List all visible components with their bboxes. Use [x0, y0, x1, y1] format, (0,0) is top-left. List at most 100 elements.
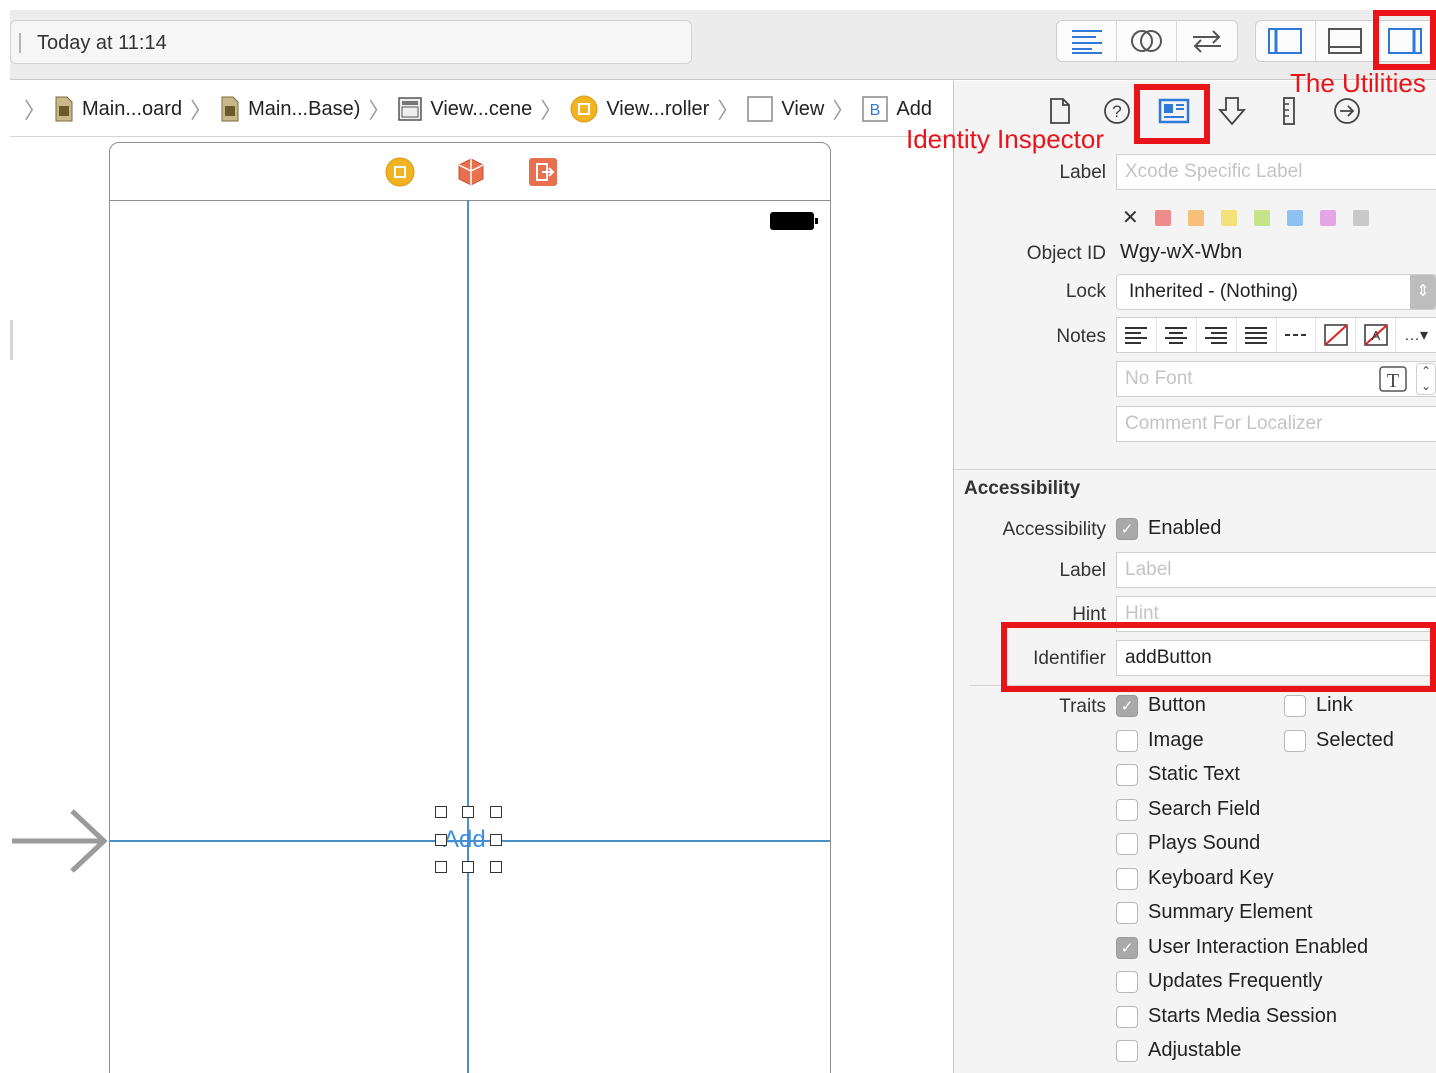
chevron-right-icon: 〉: [368, 98, 391, 123]
resize-handle[interactable]: [462, 861, 474, 873]
chevron-right-icon: 〉: [832, 98, 855, 123]
identity-inspector-highlight-box: [1134, 84, 1210, 144]
notes-caption: Notes: [1056, 326, 1106, 347]
breadcrumb-add-button[interactable]: B Add: [862, 96, 932, 122]
trait-checkbox-adjustable[interactable]: Adjustable: [1116, 1039, 1241, 1062]
checkbox-label: Keyboard Key: [1148, 867, 1274, 889]
color-swatch-red[interactable]: [1154, 209, 1171, 226]
checkbox-label: Static Text: [1148, 763, 1240, 785]
resize-handle[interactable]: [462, 806, 474, 818]
clear-color-icon[interactable]: ✕: [1122, 205, 1139, 230]
toolbar: Today at 11:14: [10, 10, 1436, 80]
chevron-right-icon: 〉: [190, 98, 213, 123]
first-responder-icon[interactable]: [456, 157, 486, 187]
align-justify-icon[interactable]: [1237, 318, 1277, 352]
exit-icon[interactable]: [528, 157, 558, 187]
trait-checkbox-link[interactable]: Link: [1284, 694, 1353, 717]
assistant-editor-button[interactable]: [1117, 21, 1177, 61]
vertical-center-guide: [467, 200, 469, 1073]
notes-format-toolbar: A …▾: [1116, 317, 1436, 353]
checkbox-unchecked-icon: [1116, 729, 1138, 752]
debug-area-toggle-icon: [1328, 28, 1362, 54]
resize-handle[interactable]: [490, 806, 502, 818]
breadcrumb-label: Main...Base): [248, 97, 361, 120]
activity-indicator: [19, 33, 21, 53]
xcode-label-caption: Label: [1059, 162, 1107, 183]
resize-handle[interactable]: [435, 806, 447, 818]
object-id-value: Wgy-wX-Wbn: [1120, 241, 1243, 263]
trait-checkbox-summary-element[interactable]: Summary Element: [1116, 901, 1313, 924]
tab-attributes-inspector[interactable]: [1212, 91, 1252, 131]
resize-handle[interactable]: [435, 861, 447, 873]
accessibility-label-field[interactable]: Label: [1116, 552, 1436, 588]
trait-checkbox-static-text[interactable]: Static Text: [1116, 763, 1240, 786]
svg-text:A: A: [1371, 328, 1380, 343]
breadcrumb-view[interactable]: View: [747, 96, 824, 122]
resize-handle[interactable]: [490, 834, 502, 846]
trait-checkbox-updates-frequently[interactable]: Updates Frequently: [1116, 970, 1323, 993]
trait-checkbox-button[interactable]: ✓ Button: [1116, 694, 1206, 717]
debug-area-toggle-button[interactable]: [1316, 21, 1376, 61]
attributes-inspector-icon: [1218, 97, 1246, 126]
size-inspector-icon: [1283, 97, 1295, 125]
color-swatch-yellow[interactable]: [1220, 209, 1237, 226]
align-left-icon[interactable]: [1117, 318, 1157, 352]
checkbox-checked-icon: ✓: [1116, 694, 1138, 717]
color-swatch-purple[interactable]: [1319, 209, 1336, 226]
utilities-annotation: The Utilities: [1290, 68, 1426, 98]
trait-checkbox-keyboard-key[interactable]: Keyboard Key: [1116, 867, 1274, 890]
color-swatch-green[interactable]: [1253, 209, 1270, 226]
trait-checkbox-starts-media-session[interactable]: Starts Media Session: [1116, 1005, 1337, 1028]
file-inspector-icon: [1050, 98, 1070, 124]
view-controller-icon[interactable]: [385, 157, 415, 187]
checkbox-label: Link: [1316, 694, 1353, 716]
trait-checkbox-selected[interactable]: Selected: [1284, 729, 1394, 752]
breadcrumb-label: View...roller: [606, 97, 710, 120]
resize-handle[interactable]: [490, 861, 502, 873]
view-icon: [747, 96, 774, 122]
standard-editor-button[interactable]: [1057, 21, 1117, 61]
separator-icon[interactable]: [1277, 318, 1317, 352]
svg-text:B: B: [870, 102, 881, 119]
xcode-label-field[interactable]: Xcode Specific Label: [1116, 154, 1436, 190]
checkbox-unchecked-icon: [1284, 729, 1306, 752]
trait-checkbox-user-interaction-enabled[interactable]: ✓ User Interaction Enabled: [1116, 936, 1368, 959]
storyboard-file-icon: [54, 96, 74, 122]
clear-background-icon[interactable]: A: [1356, 318, 1397, 352]
lock-select[interactable]: Inherited - (Nothing) ⇕: [1116, 274, 1436, 310]
breadcrumb-view-controller[interactable]: View...roller: [570, 95, 709, 123]
trait-checkbox-search-field[interactable]: Search Field: [1116, 798, 1260, 821]
comment-for-localizer-field[interactable]: Comment For Localizer: [1116, 406, 1436, 442]
add-button[interactable]: Add: [443, 826, 486, 854]
color-swatch-orange[interactable]: [1187, 209, 1204, 226]
breadcrumb-label: Main...oard: [82, 97, 183, 120]
checkbox-unchecked-icon: [1284, 694, 1306, 717]
breadcrumb-main-base[interactable]: Main...Base): [220, 96, 360, 122]
initial-view-controller-arrow-icon[interactable]: [12, 808, 108, 874]
color-swatch-blue[interactable]: [1286, 209, 1303, 226]
breadcrumb-main-storyboard[interactable]: Main...oard: [54, 96, 182, 122]
version-editor-button[interactable]: [1177, 21, 1237, 61]
no-color-icon[interactable]: [1316, 318, 1357, 352]
checkbox-unchecked-icon: [1116, 798, 1138, 821]
scene-icon: [398, 97, 423, 121]
chevron-right-icon: 〉: [717, 98, 740, 123]
color-swatch-gray[interactable]: [1352, 209, 1369, 226]
jump-bar: 〉 Main...oard 〉 Main...Base) 〉 View...ce…: [10, 81, 952, 137]
navigator-toggle-button[interactable]: [1256, 21, 1316, 61]
trait-checkbox-image[interactable]: Image: [1116, 729, 1204, 752]
breadcrumb-view-scene[interactable]: View...cene: [398, 97, 532, 121]
view-controller-scene[interactable]: [109, 142, 831, 1073]
font-size-stepper[interactable]: ⌃ ⌄: [1416, 363, 1436, 395]
accessibility-enabled-checkbox[interactable]: ✓ Enabled: [1116, 517, 1221, 540]
resize-handle[interactable]: [435, 834, 447, 846]
standard-editor-icon: [1071, 30, 1102, 54]
checkbox-unchecked-icon: [1116, 970, 1138, 993]
font-picker-icon[interactable]: T: [1378, 365, 1408, 393]
checkbox-checked-icon: ✓: [1116, 936, 1138, 959]
align-right-icon[interactable]: [1197, 318, 1237, 352]
quick-help-icon: ?: [1104, 98, 1130, 124]
trait-checkbox-plays-sound[interactable]: Plays Sound: [1116, 832, 1260, 855]
align-center-icon[interactable]: [1157, 318, 1197, 352]
more-options-icon[interactable]: …▾: [1396, 318, 1436, 352]
